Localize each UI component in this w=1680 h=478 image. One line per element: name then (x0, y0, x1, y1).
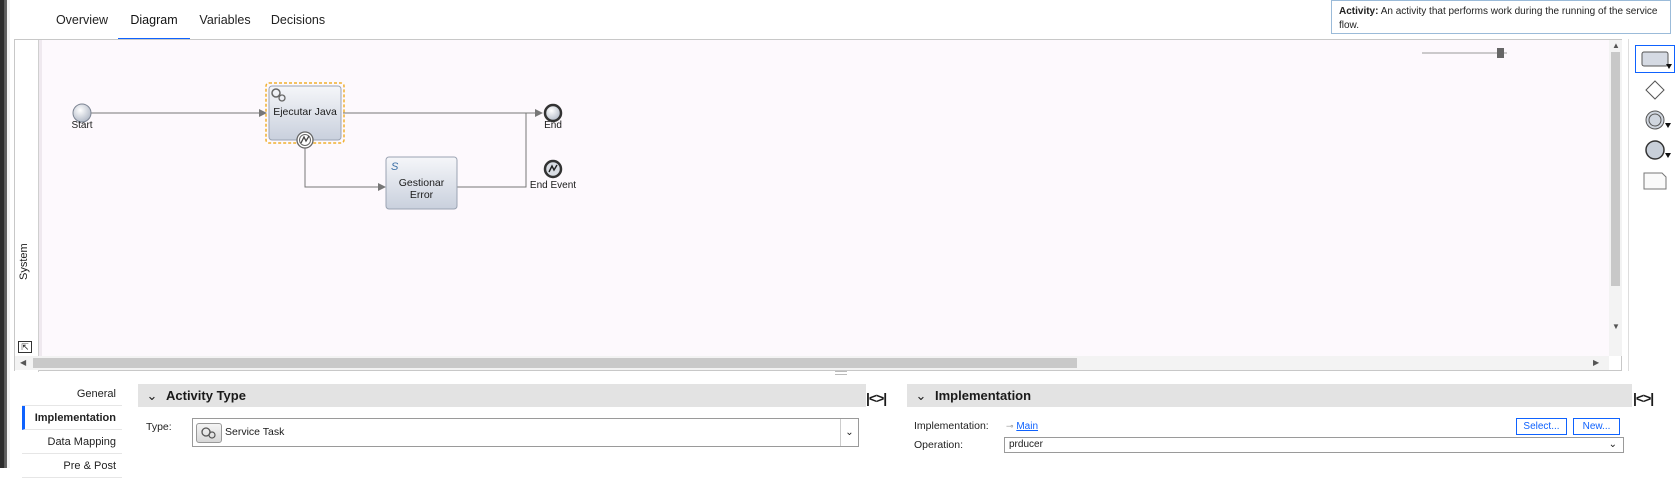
nav-general[interactable]: General (22, 382, 122, 406)
activity-tool[interactable] (1635, 45, 1675, 73)
palette-tooltip: Activity: An activity that performs work… (1331, 0, 1671, 34)
lane-header[interactable]: System (15, 40, 39, 372)
diagram-canvas-container: System ⇱ S Start Ejecutar Java Gestionar… (14, 39, 1622, 372)
tab-decisions[interactable]: Decisions (260, 0, 336, 40)
tooltip-text: An activity that performs work during th… (1339, 6, 1658, 31)
task2-label: Gestionar Error (398, 177, 445, 201)
horizontal-scrollbar[interactable]: ◀ ▶ (15, 356, 1609, 370)
implementation-link-wrap: ⊸ Main (1006, 421, 1038, 432)
chevron-down-icon[interactable]: ⌄ (138, 384, 166, 407)
zoom-slider-thumb[interactable] (1497, 48, 1504, 58)
window-edge (0, 0, 10, 468)
select-button[interactable]: Select... (1516, 418, 1567, 435)
end-event[interactable] (543, 103, 563, 123)
tooltip-title: Activity: (1339, 6, 1379, 17)
shape-palette (1628, 39, 1680, 371)
type-value: Service Task (225, 426, 285, 438)
service-task-icon (196, 423, 222, 443)
flow-handler-to-end[interactable] (457, 113, 527, 188)
gateway-icon (1645, 80, 1665, 100)
activity-type-section-header[interactable]: ⌄ Activity Type (138, 384, 866, 407)
nav-implementation[interactable]: Implementation (22, 406, 122, 430)
scroll-up-icon[interactable]: ▲ (1612, 41, 1620, 50)
implementation-link[interactable]: Main (1016, 421, 1038, 432)
expand-icon[interactable]: ⇱ (18, 341, 32, 353)
note-tool[interactable] (1635, 167, 1675, 195)
note-icon (1643, 172, 1667, 190)
collapse-panel-icon[interactable]: |<>| (866, 390, 887, 406)
chevron-down-icon[interactable]: ⌄ (907, 384, 935, 407)
end-event-label: End Event (529, 180, 577, 191)
nav-pre-post[interactable]: Pre & Post (22, 454, 122, 478)
intermediate-event-icon (1645, 110, 1671, 130)
end-event-icon (1645, 140, 1671, 160)
type-label: Type: (146, 421, 172, 433)
operation-value: prducer (1009, 439, 1043, 450)
chevron-down-icon[interactable]: ⌄ (840, 419, 858, 446)
operation-label: Operation: (914, 439, 964, 451)
properties-nav: General Implementation Data Mapping Pre … (22, 382, 122, 478)
lane-label: System (18, 243, 30, 280)
implementation-title: Implementation (935, 388, 1032, 403)
flow-error-to-handler[interactable] (304, 146, 386, 191)
tab-overview[interactable]: Overview (44, 0, 120, 40)
activity-icon (1641, 51, 1672, 69)
type-select[interactable]: Service Task ⌄ (192, 418, 859, 447)
intermediate-event-tool[interactable] (1635, 107, 1675, 135)
diagram-svg: S (72, 48, 1507, 210)
horizontal-scroll-thumb[interactable] (33, 358, 1077, 368)
editor-tabs: Overview Diagram Variables Decisions (14, 0, 1334, 40)
panel-resize-handle[interactable] (835, 371, 847, 375)
diagram-canvas[interactable]: S Start Ejecutar Java Gestionar Error En… (42, 40, 1612, 356)
end-label: End (544, 120, 562, 131)
scroll-down-icon[interactable]: ▼ (1612, 322, 1620, 331)
activity-type-title: Activity Type (166, 388, 246, 403)
scroll-left-icon[interactable]: ◀ (20, 358, 26, 367)
collapse-panel-icon[interactable]: |<>| (1633, 390, 1654, 406)
link-icon: ⊸ (1006, 421, 1014, 431)
new-button[interactable]: New... (1573, 418, 1620, 435)
tab-variables[interactable]: Variables (190, 0, 260, 40)
scroll-right-icon[interactable]: ▶ (1593, 358, 1599, 367)
implementation-section-header[interactable]: ⌄ Implementation (907, 384, 1632, 407)
gateway-tool[interactable] (1635, 77, 1675, 105)
implementation-label: Implementation: (914, 420, 989, 432)
chevron-down-icon[interactable]: ⌄ (1609, 438, 1617, 452)
script-icon: S (391, 161, 399, 173)
operation-select[interactable]: prducer ⌄ (1004, 437, 1624, 453)
vertical-scrollbar[interactable]: ▼ ▲ (1609, 40, 1622, 356)
tab-diagram[interactable]: Diagram (118, 0, 190, 40)
task1-label: Ejecutar Java (273, 106, 337, 118)
start-label: Start (71, 120, 93, 131)
vertical-scroll-thumb[interactable] (1611, 52, 1620, 286)
nav-data-mapping[interactable]: Data Mapping (22, 430, 122, 454)
end-event-tool[interactable] (1635, 137, 1675, 165)
